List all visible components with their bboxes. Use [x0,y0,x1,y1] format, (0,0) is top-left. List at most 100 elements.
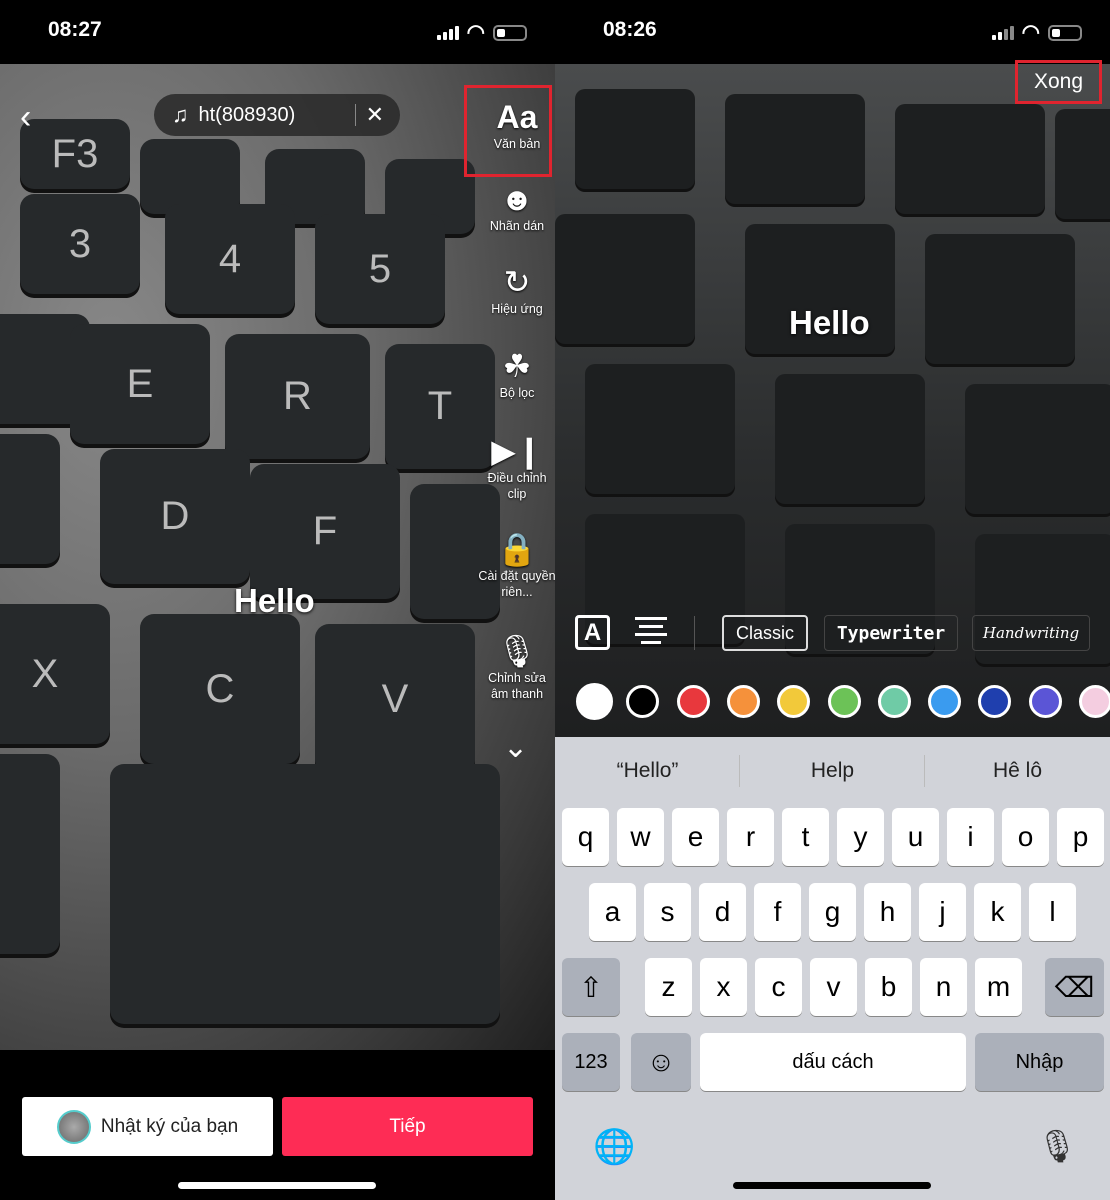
background-key: F3 [20,119,130,189]
background-key [0,434,60,564]
background-key: D [100,449,250,584]
suggestion[interactable]: “Hello” [555,759,740,783]
tool-microphone[interactable]: 🎙 Chỉnh sửa âm thanh [478,632,556,702]
key-y[interactable]: y [837,808,884,866]
back-button[interactable]: ‹ [20,98,31,137]
status-bar: 08:27 ◠ [0,0,555,64]
key-a[interactable]: a [589,883,636,941]
key-b[interactable]: b [865,958,912,1016]
key-v[interactable]: v [810,958,857,1016]
status-time: 08:26 [603,18,657,41]
color-swatch[interactable] [676,685,710,718]
next-button[interactable]: Tiếp [282,1097,533,1156]
tool-label: Cài đặt quyền riên... [478,569,556,599]
key-x[interactable]: x [700,958,747,1016]
key-w[interactable]: w [617,808,664,866]
key-m[interactable]: m [975,958,1022,1016]
color-swatch[interactable] [1079,685,1110,718]
music-title: ht(808930) [198,103,296,126]
key-e[interactable]: e [672,808,719,866]
key-u[interactable]: u [892,808,939,866]
tool-label: Bộ lọc [499,386,535,400]
color-swatch[interactable] [1028,685,1062,718]
tool-text[interactable]: Aa Văn bản [478,98,556,152]
avatar [56,1109,91,1144]
background-key [965,384,1110,514]
color-swatch[interactable] [726,685,760,718]
microphone-icon[interactable]: 🎙 [1037,1127,1078,1165]
wifi-icon: ◠ [466,21,485,44]
backspace-key[interactable]: ⌫ [1045,958,1104,1016]
diary-button[interactable]: Nhật ký của bạn [22,1097,273,1156]
background-key [895,104,1045,214]
key-l[interactable]: l [1029,883,1076,941]
sticker-icon: ☻ [500,181,534,217]
emoji-key[interactable]: ☺ [631,1033,691,1091]
key-j[interactable]: j [919,883,966,941]
tool-label: Điều chỉnh clip [487,471,547,501]
globe-icon[interactable]: 🌐 [593,1127,635,1167]
text-icon: Aa [496,99,538,135]
tool-filters[interactable]: ☘ Bộ lọc [478,347,556,401]
music-note-icon: ♫ [172,102,189,127]
key-z[interactable]: z [645,958,692,1016]
filters-icon: ☘ [502,348,532,384]
suggestion[interactable]: Help [740,759,925,783]
music-selector[interactable]: ♫ ht(808930) ✕ [154,94,400,136]
font-handwriting[interactable]: Handwriting [972,615,1090,651]
background-key: C [140,614,300,764]
text-background-icon[interactable]: A [575,615,610,650]
divider [694,616,695,650]
home-indicator [178,1182,376,1189]
key-d[interactable]: d [699,883,746,941]
tool-sticker[interactable]: ☻ Nhãn dán [478,180,556,234]
home-indicator [733,1182,931,1189]
font-classic[interactable]: Classic [722,615,808,651]
font-typewriter[interactable]: Typewriter [824,615,958,651]
color-swatch[interactable] [576,683,613,720]
color-swatch[interactable] [877,685,911,718]
space-key[interactable]: dấu cách [700,1033,966,1091]
key-t[interactable]: t [782,808,829,866]
text-overlay[interactable]: Hello [234,582,315,620]
tool-effects[interactable]: ↻ Hiệu ứng [478,263,556,317]
diary-label: Nhật ký của bạn [100,1115,239,1137]
battery-icon [1048,24,1082,41]
video-preview: F3 3 4 5 E R T D F X C V [0,64,555,1050]
text-overlay[interactable]: Hello [789,304,870,342]
key-g[interactable]: g [809,883,856,941]
color-swatch[interactable] [827,685,861,718]
background-key: 3 [20,194,140,294]
background-key [575,89,695,189]
key-q[interactable]: q [562,808,609,866]
key-c[interactable]: c [755,958,802,1016]
key-p[interactable]: p [1057,808,1104,866]
return-key[interactable]: Nhập [975,1033,1104,1091]
background-key [0,754,60,954]
key-i[interactable]: i [947,808,994,866]
background-key: 4 [165,204,295,314]
color-swatch[interactable] [777,685,811,718]
key-n[interactable]: n [920,958,967,1016]
lock-icon: 🔒 [497,531,537,567]
key-r[interactable]: r [727,808,774,866]
suggestion[interactable]: Hê lô [925,759,1110,783]
key-k[interactable]: k [974,883,1021,941]
close-icon[interactable]: ✕ [366,102,384,128]
chevron-down-icon[interactable]: ⌄ [503,730,528,765]
key-s[interactable]: s [644,883,691,941]
tool-adjust-clip[interactable]: ▶❙ Điều chỉnh clip [478,432,556,502]
done-button[interactable]: Xong [1015,60,1102,104]
key-h[interactable]: h [864,883,911,941]
tool-lock[interactable]: 🔒 Cài đặt quyền riên... [478,530,556,600]
key-f[interactable]: f [754,883,801,941]
background-key [140,139,240,214]
numbers-key[interactable]: 123 [562,1033,620,1091]
background-key [555,214,695,344]
tool-label: Hiệu ứng [491,302,543,316]
key-o[interactable]: o [1002,808,1049,866]
color-swatch[interactable] [928,685,962,718]
background-key: E [70,324,210,444]
align-center-icon[interactable] [635,617,667,644]
shift-key[interactable]: ⇧ [562,958,620,1016]
